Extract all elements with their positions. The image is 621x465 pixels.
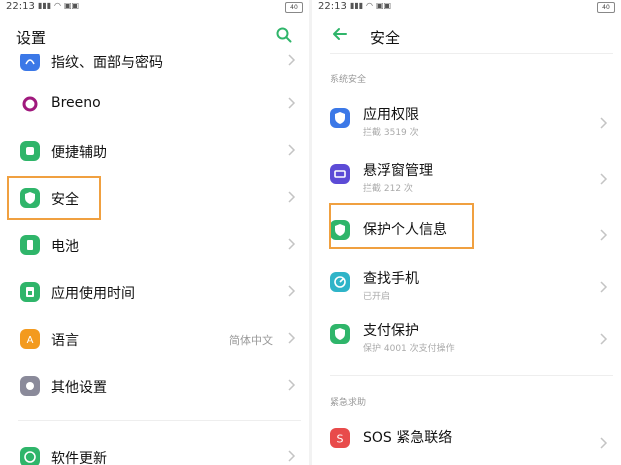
security-item-sub: 拦截 3519 次 [363,128,419,138]
chevron-right-icon [600,117,608,129]
chevron-right-icon [288,285,296,297]
settings-item-assist[interactable]: 便捷辅助 [0,128,309,174]
assist-icon [20,141,40,161]
battery-icon [20,235,40,255]
settings-item-label: 软件更新 [51,451,107,465]
settings-item-update[interactable]: 软件更新 [0,434,309,465]
chevron-right-icon [288,332,296,344]
chevron-right-icon [288,54,296,66]
floating-window-icon [330,164,350,184]
security-item-app-permission[interactable]: 应用权限 拦截 3519 次 [312,96,621,152]
settings-item-breeno[interactable]: Breeno [0,81,309,127]
breeno-icon [20,94,40,114]
wifi-icon: ◠ [54,1,61,10]
svg-text:S: S [337,433,344,446]
find-phone-icon [330,272,350,292]
sos-icon: S [330,428,350,448]
signal-icon: ▮▮▮ [38,1,52,10]
status-bar: 22:13 ▮▮▮ ◠ ▣▣ 40 [312,0,621,16]
chevron-right-icon [600,437,608,449]
settings-item-other[interactable]: 其他设置 [0,363,309,409]
wifi-icon: ◠ [366,1,373,10]
status-time: 22:13 [6,1,35,12]
page-title-overlay: 设置 [16,29,47,47]
battery-icon: 40 [597,2,615,13]
timer-icon [20,282,40,302]
notification-icon: ▣▣ [64,1,80,10]
signal-icon: ▮▮▮ [350,1,364,10]
chevron-right-icon [600,173,608,185]
chevron-right-icon [600,333,608,345]
chevron-right-icon [288,144,296,156]
security-item-sub: 拦截 212 次 [363,184,413,194]
highlight-frame-security [7,176,101,220]
chevron-right-icon [288,97,296,109]
chevron-right-icon [600,229,608,241]
security-item-label: 查找手机 [363,271,419,287]
search-icon[interactable] [275,26,293,44]
header-bar [0,16,309,54]
settings-item-label: 指纹、面部与密码 [51,55,163,71]
security-item-label: 支付保护 [363,323,419,339]
security-item-floating-window[interactable]: 悬浮窗管理 拦截 212 次 [312,152,621,208]
security-item-payment[interactable]: 支付保护 保护 4001 次支付操作 [312,312,621,368]
divider [330,53,613,54]
page-title: 安全 [370,29,401,47]
update-icon [20,447,40,465]
section-header-system: 系统安全 [330,75,367,85]
divider [18,420,301,421]
settings-item-label: Breeno [51,95,101,111]
security-item-find-phone[interactable]: 查找手机 已开启 [312,260,621,316]
chevron-right-icon [288,379,296,391]
security-item-sos[interactable]: S SOS 紧急联络 [312,416,621,465]
settings-item-label: 便捷辅助 [51,145,107,161]
settings-item-language[interactable]: A 语言 简体中文 [0,316,309,362]
payment-protect-icon [330,324,350,344]
security-item-label: 应用权限 [363,107,419,123]
security-item-label: SOS 紧急联络 [363,430,453,446]
settings-item-app-usage[interactable]: 应用使用时间 [0,269,309,315]
settings-item-label: 电池 [51,239,79,255]
back-arrow-icon[interactable] [330,25,350,43]
svg-text:A: A [27,335,34,346]
chevron-right-icon [288,191,296,203]
divider [330,375,613,376]
security-item-label: 悬浮窗管理 [363,163,433,179]
chevron-right-icon [600,281,608,293]
other-settings-icon [20,376,40,396]
chevron-right-icon [288,238,296,250]
security-item-sub: 保护 4001 次支付操作 [363,344,455,354]
language-icon: A [20,329,40,349]
status-time: 22:13 [318,1,347,12]
chevron-right-icon [288,450,296,462]
fingerprint-icon [20,51,40,71]
settings-item-label: 应用使用时间 [51,286,135,302]
battery-icon: 40 [285,2,303,13]
settings-item-label: 语言 [51,333,79,349]
settings-item-label: 其他设置 [51,380,107,396]
language-value: 简体中文 [229,334,273,347]
highlight-frame-privacy [329,203,474,249]
notification-icon: ▣▣ [376,1,392,10]
app-permission-icon [330,108,350,128]
security-screen: 22:13 ▮▮▮ ◠ ▣▣ 40 安全 系统安全 应用权限 拦截 3519 次… [312,0,621,465]
section-header-emergency: 紧急求助 [330,398,367,408]
status-bar: 22:13 ▮▮▮ ◠ ▣▣ 40 [0,0,309,16]
settings-item-battery[interactable]: 电池 [0,222,309,268]
security-item-sub: 已开启 [363,292,391,302]
settings-screen: 22:13 ▮▮▮ ◠ ▣▣ 40 设置 指纹、面部与密码 设置 Breeno … [0,0,309,465]
